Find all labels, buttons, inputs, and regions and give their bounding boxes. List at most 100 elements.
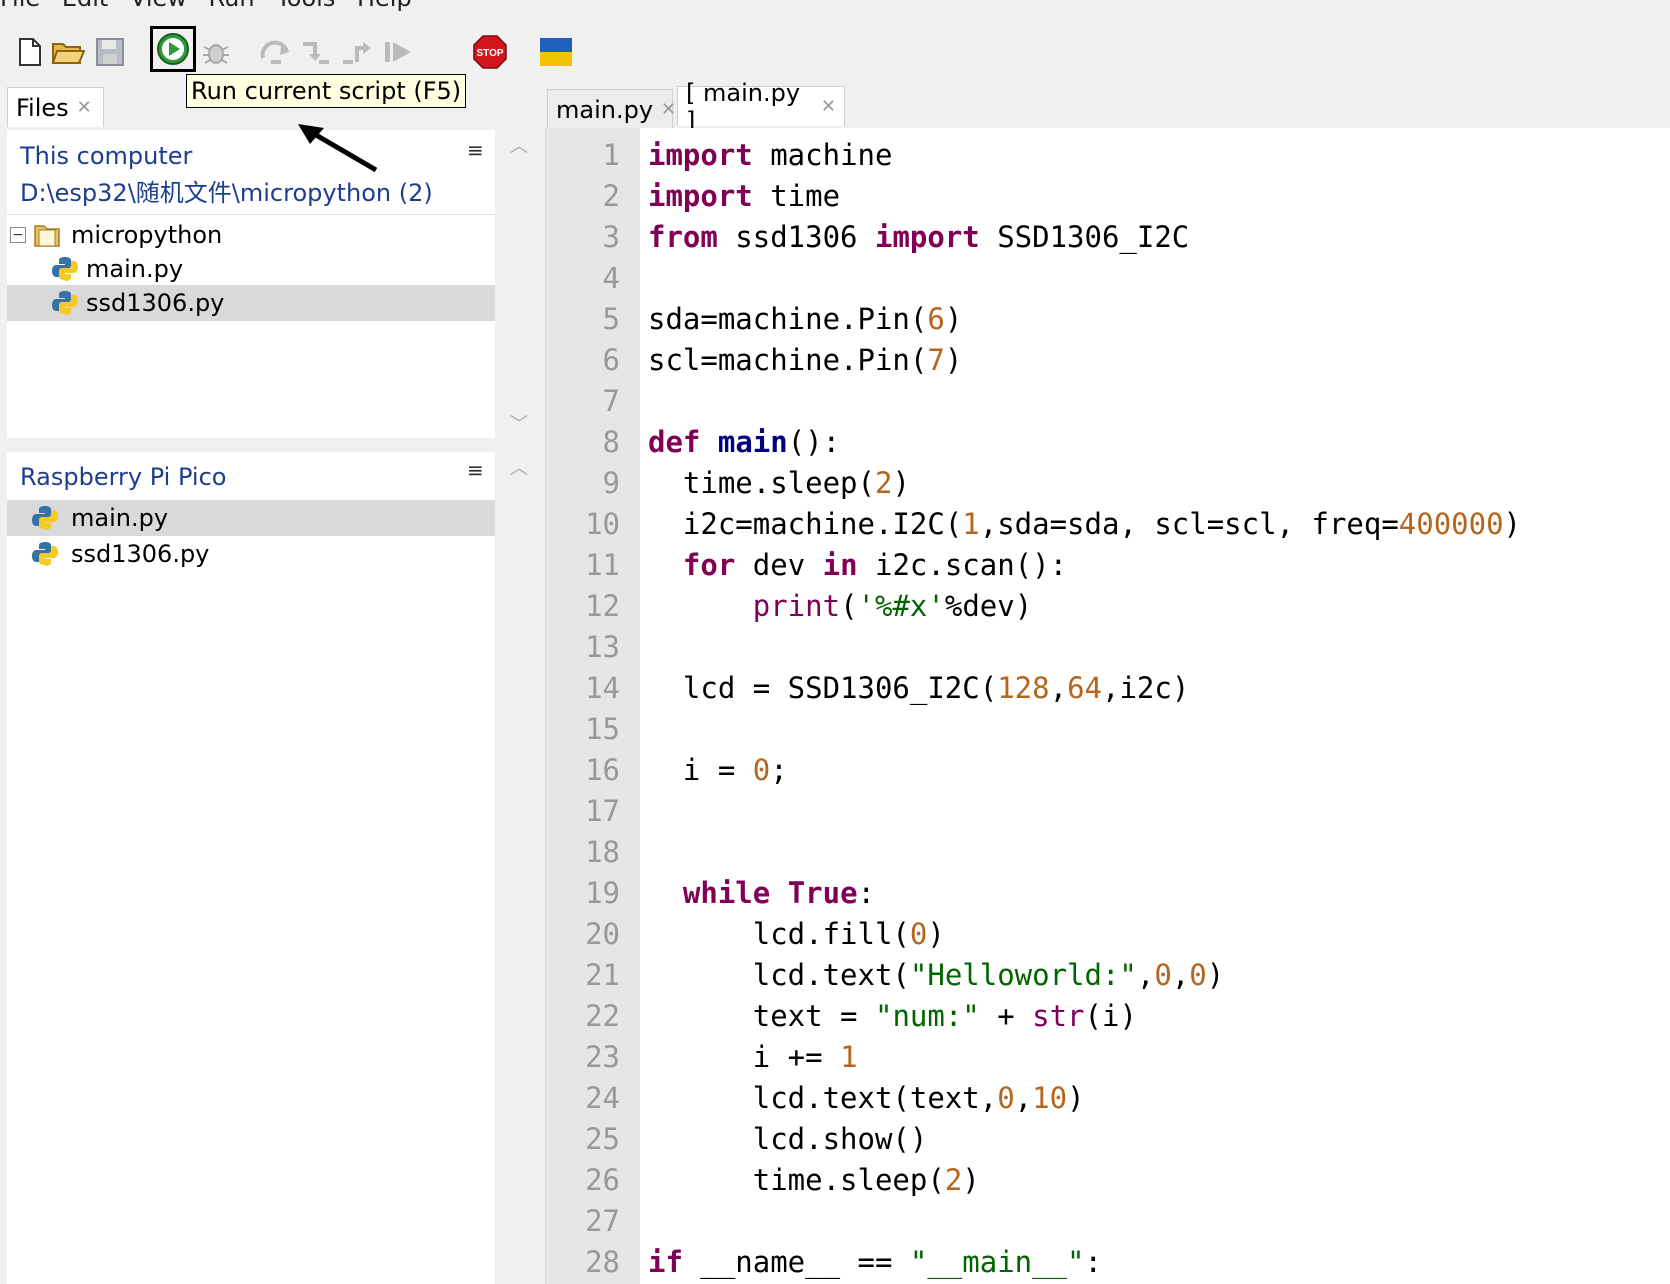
code-line: for dev in i2c.scan(): (682, 548, 1068, 582)
divider (7, 214, 495, 215)
device-pane-title: Raspberry Pi Pico (20, 463, 227, 491)
file-label: main.py (86, 255, 184, 283)
line-number: 1 (602, 138, 620, 172)
stop-icon: STOP (473, 35, 507, 69)
menu-view[interactable]: View (130, 0, 187, 12)
annotation-arrow (298, 124, 378, 173)
menu-run[interactable]: Run (209, 0, 255, 12)
local-scrollbar[interactable] (504, 130, 532, 438)
local-files-pane: This computer ≡ D:\esp32\随机文件\micropytho… (7, 130, 495, 438)
tab-files[interactable]: Files ✕ (7, 87, 104, 127)
step-into-button[interactable] (298, 34, 334, 70)
code-line: lcd.text(text,0,10) (648, 1081, 1085, 1115)
step-over-button[interactable] (258, 34, 294, 70)
code-line: scl=machine.Pin(7) (648, 343, 963, 377)
python-file-icon (32, 542, 58, 566)
line-number: 2 (602, 179, 620, 213)
close-icon[interactable]: ✕ (77, 97, 92, 118)
code-line: time.sleep(2) (648, 1163, 980, 1197)
hamburger-menu-icon[interactable]: ≡ (467, 138, 484, 162)
line-number: 24 (585, 1081, 620, 1115)
menu-bar: File Edit View Run Tools Help (0, 0, 1670, 14)
line-number: 12 (585, 589, 620, 623)
device-files-pane: Raspberry Pi Pico ≡ main.py ssd1306.py (7, 452, 495, 1284)
step-out-button[interactable] (340, 34, 376, 70)
chevron-up-icon[interactable]: ︿ (510, 132, 528, 158)
stop-button[interactable]: STOP (472, 34, 508, 70)
code-line: lcd.show() (648, 1122, 928, 1156)
menu-file[interactable]: File (0, 0, 40, 12)
save-button[interactable] (92, 34, 128, 70)
menu-edit[interactable]: Edit (62, 0, 108, 12)
menu-tools[interactable]: Tools (276, 0, 335, 12)
editor-tab-label: main.py (556, 95, 654, 124)
code-line: lcd = SSD1306_I2C(128,64,i2c) (648, 671, 1190, 705)
line-number: 21 (585, 958, 620, 992)
menu-help[interactable]: Help (357, 0, 412, 12)
bug-icon (203, 44, 229, 64)
device-file-ssd1306[interactable]: ssd1306.py (7, 536, 495, 572)
open-file-button[interactable] (50, 34, 86, 70)
code-line: i2c=machine.I2C(1,sda=sda, scl=scl, freq… (648, 507, 1522, 541)
line-number: 18 (585, 835, 620, 869)
resume-button[interactable] (380, 34, 416, 70)
code-line: sda=machine.Pin(6) (648, 302, 963, 336)
folder-label: micropython (71, 221, 223, 249)
line-number: 17 (585, 794, 620, 828)
python-file-icon (52, 291, 78, 315)
new-file-button[interactable] (12, 34, 48, 70)
run-icon (157, 33, 189, 65)
chevron-down-icon[interactable]: ﹀ (510, 410, 528, 436)
code-line: lcd.text("Helloworld:",0,0) (648, 958, 1225, 992)
save-icon (96, 38, 124, 66)
folder-icon (34, 225, 60, 247)
ukraine-flag-button[interactable] (538, 34, 574, 70)
code-line: if __name__ == "__main__": (648, 1245, 1102, 1279)
run-tooltip: Run current script (F5) (186, 74, 467, 108)
editor-tab-main[interactable]: main.py ✕ (547, 89, 676, 129)
close-icon[interactable]: ✕ (821, 96, 836, 117)
code-line: print('%#x'%dev) (752, 589, 1033, 623)
file-label: main.py (71, 504, 169, 532)
collapse-icon[interactable]: − (10, 227, 26, 243)
line-number: 4 (602, 261, 620, 295)
line-number: 8 (602, 425, 620, 459)
open-folder-icon (51, 43, 85, 64)
line-number: 13 (585, 630, 620, 664)
close-icon[interactable]: ✕ (661, 99, 676, 120)
run-button[interactable] (150, 26, 196, 72)
line-number: 15 (585, 712, 620, 746)
line-number: 23 (585, 1040, 620, 1074)
hamburger-menu-icon[interactable]: ≡ (467, 458, 484, 482)
step-over-icon (260, 40, 289, 64)
tab-files-label: Files (16, 93, 69, 122)
step-out-icon (343, 42, 371, 64)
line-number: 9 (602, 466, 620, 500)
line-number: 5 (602, 302, 620, 336)
code-line: from ssd1306 import SSD1306_I2C (648, 220, 1190, 254)
file-label: ssd1306.py (86, 289, 225, 317)
line-number: 3 (602, 220, 620, 254)
code-line: time.sleep(2) (648, 466, 910, 500)
editor-tab-main-device[interactable]: [ main.py ] ✕ (677, 79, 845, 135)
chevron-up-icon[interactable]: ︿ (510, 454, 528, 480)
code-line: import machine (648, 138, 893, 172)
editor-tab-label: [ main.py ] (686, 78, 801, 135)
resume-icon (385, 42, 411, 62)
code-editor[interactable]: 1 2 3 4 5 6 7 8 9 10 11 12 13 14 15 16 1… (545, 128, 1670, 1284)
local-file-ssd1306[interactable]: ssd1306.py (7, 285, 495, 321)
local-file-main[interactable]: main.py (7, 251, 495, 287)
tree-folder-micropython[interactable]: − micropython (7, 217, 495, 253)
line-number: 22 (585, 999, 620, 1033)
line-number: 6 (602, 343, 620, 377)
code-line: text = "num:" + str(i) (648, 999, 1137, 1033)
new-file-icon (19, 38, 41, 66)
code-line: while True: (682, 876, 876, 910)
python-file-icon (52, 257, 78, 281)
device-file-main[interactable]: main.py (7, 500, 495, 536)
line-number: 16 (585, 753, 620, 787)
line-number: 10 (585, 507, 620, 541)
debug-button[interactable] (198, 34, 234, 70)
stop-label: STOP (476, 48, 503, 59)
line-number: 27 (585, 1204, 620, 1238)
